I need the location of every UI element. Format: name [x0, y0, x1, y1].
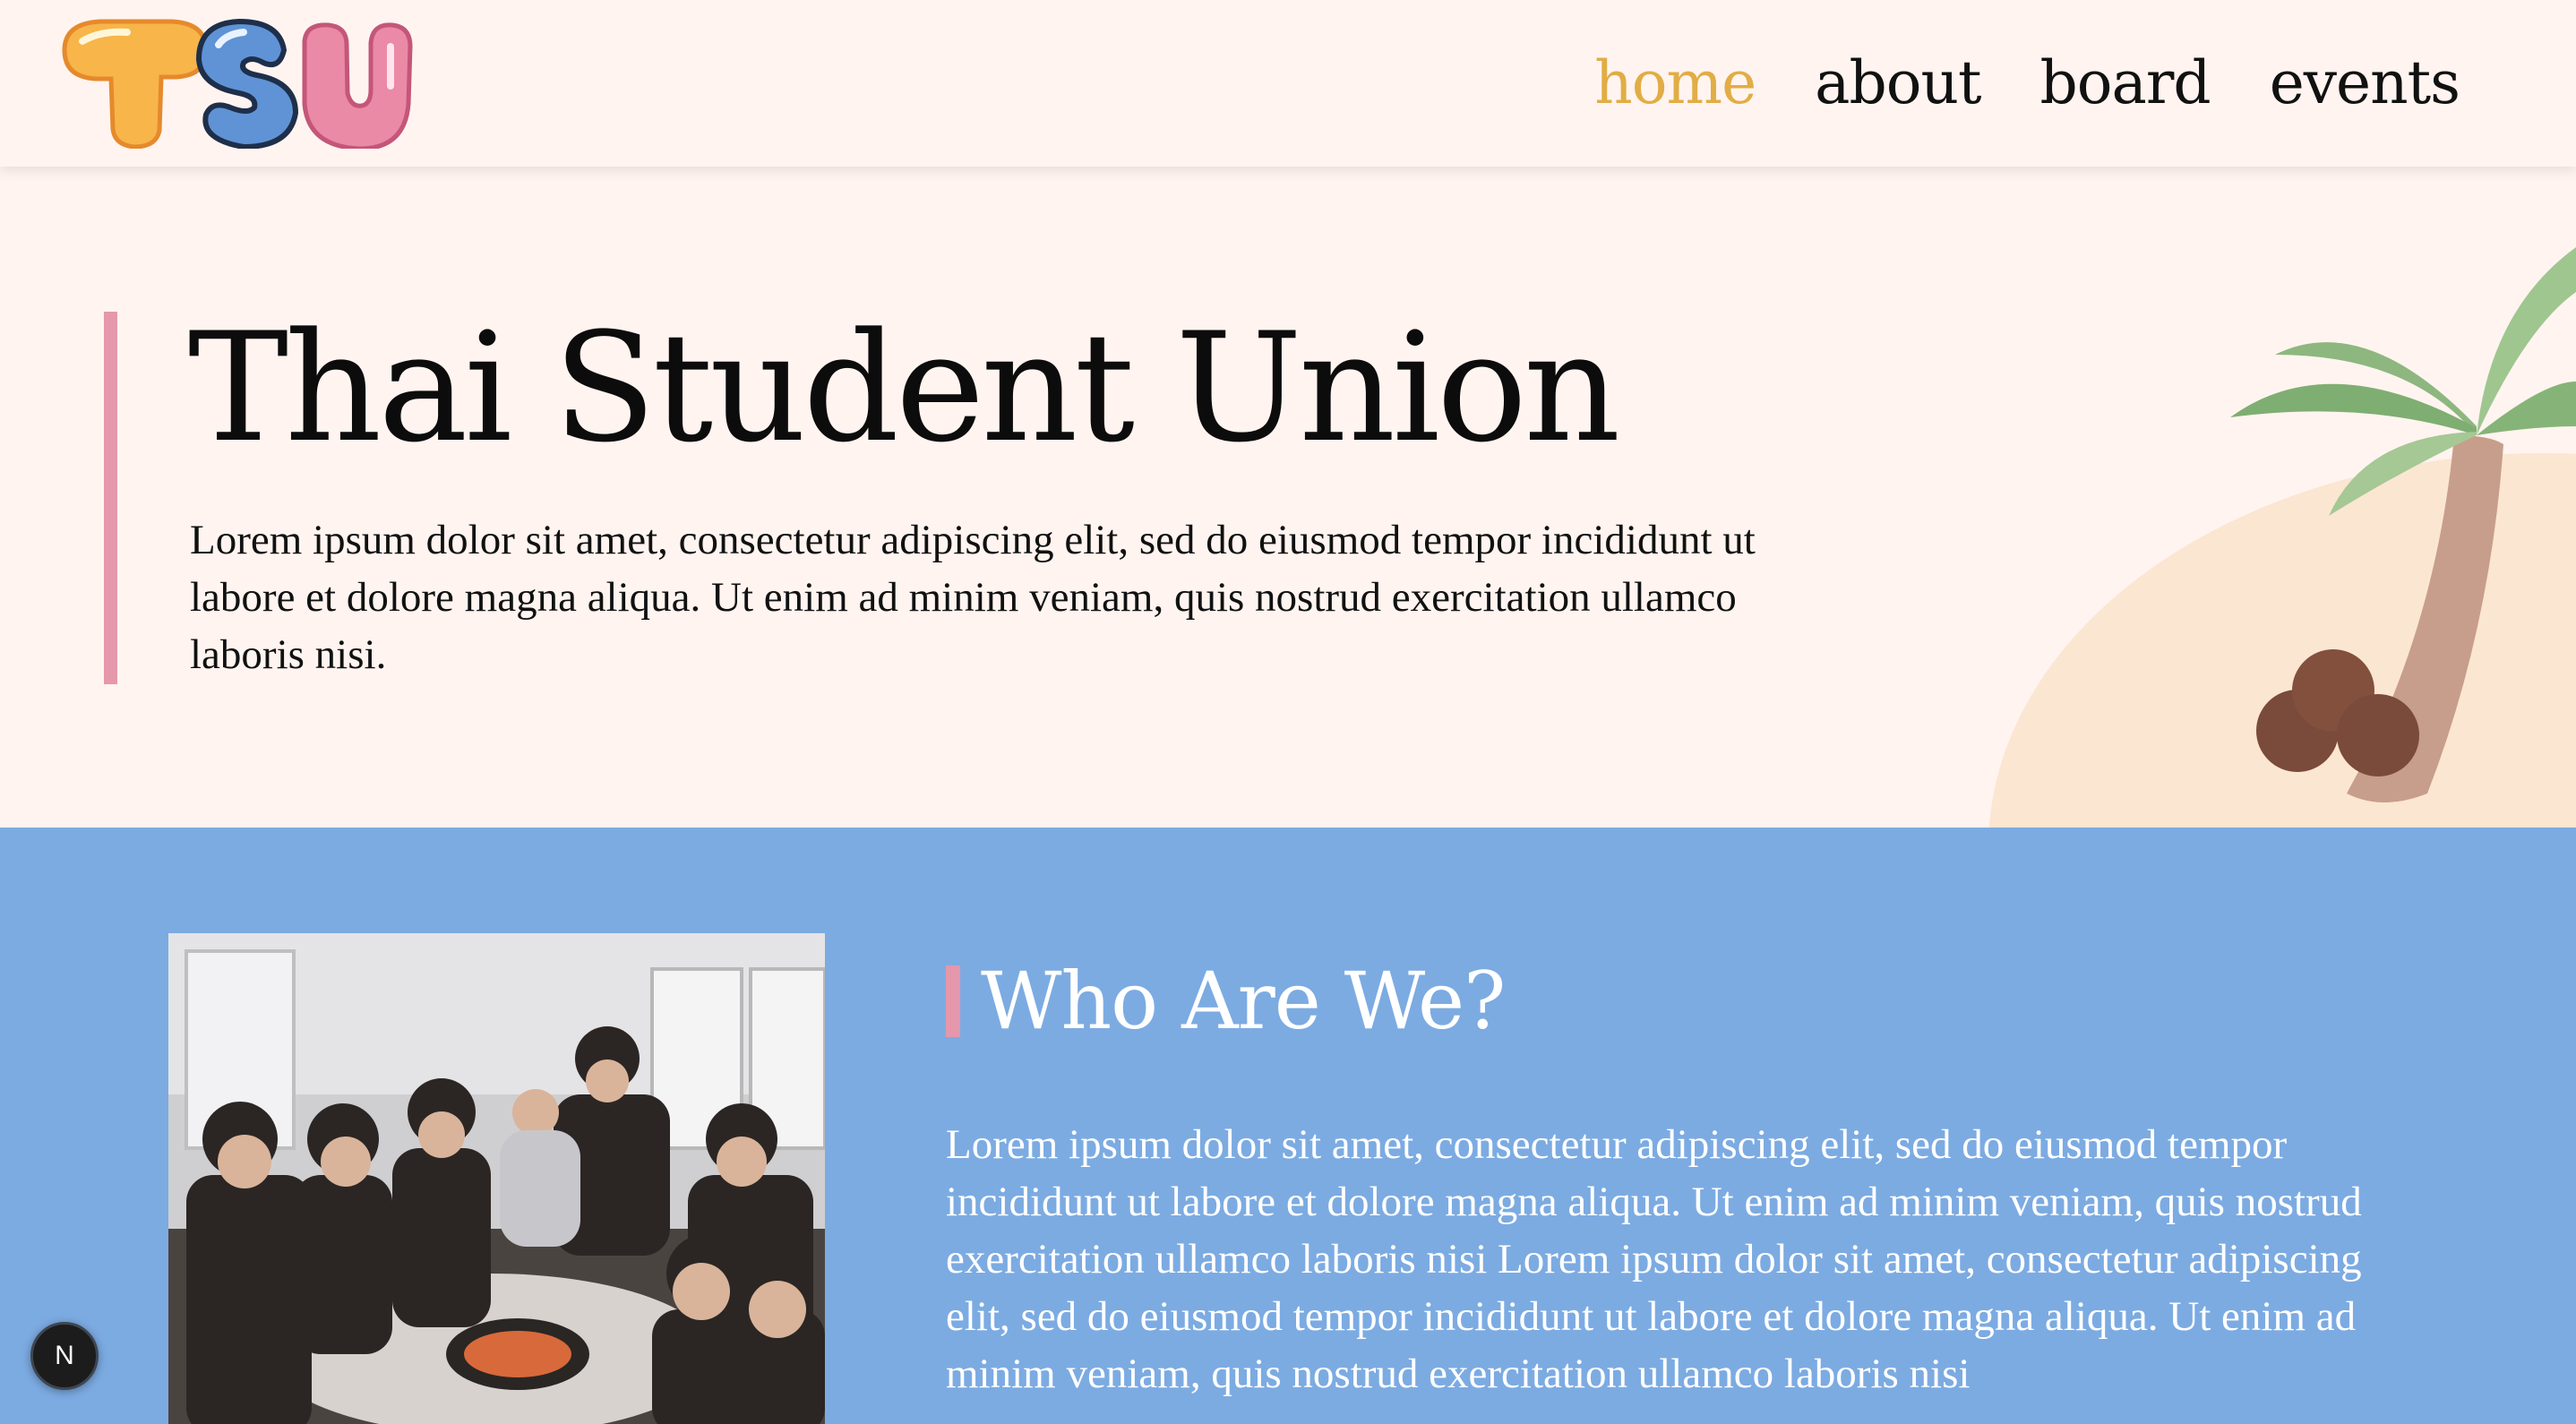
- palm-tree-illustration: [1988, 247, 2576, 828]
- about-section: Who Are We? Lorem ipsum dolor sit amet, …: [0, 828, 2576, 1424]
- about-accent-bar: [946, 965, 960, 1037]
- main-nav: home about board events: [1594, 43, 2460, 124]
- nextjs-dev-badge[interactable]: N: [30, 1322, 99, 1390]
- palm-leaf-shape: [2230, 383, 2477, 435]
- about-description: Lorem ipsum dolor sit amet, consectetur …: [946, 1121, 2362, 1397]
- nav-link-about[interactable]: about: [1815, 43, 1981, 124]
- hero-description: Lorem ipsum dolor sit amet, consectetur …: [190, 517, 1756, 678]
- nav-link-home[interactable]: home: [1594, 43, 1756, 124]
- coconut-shape: [2337, 694, 2419, 776]
- logo-letter-t: [62, 19, 209, 149]
- hero-section: Thai Student Union Lorem ipsum dolor sit…: [0, 167, 2576, 828]
- nav-link-board[interactable]: board: [2040, 43, 2211, 124]
- nav-link-events[interactable]: events: [2270, 43, 2460, 124]
- hero-accent-bar: [104, 312, 117, 684]
- tsu-logo[interactable]: [56, 14, 414, 149]
- logo-letter-u: [302, 22, 413, 149]
- group-photo-image: [168, 933, 825, 1424]
- logo-letter-s: [195, 18, 299, 149]
- about-title: Who Are We?: [981, 955, 1506, 1047]
- site-header: home about board events: [0, 0, 2576, 167]
- hero-title: Thai Student Union: [188, 300, 1620, 476]
